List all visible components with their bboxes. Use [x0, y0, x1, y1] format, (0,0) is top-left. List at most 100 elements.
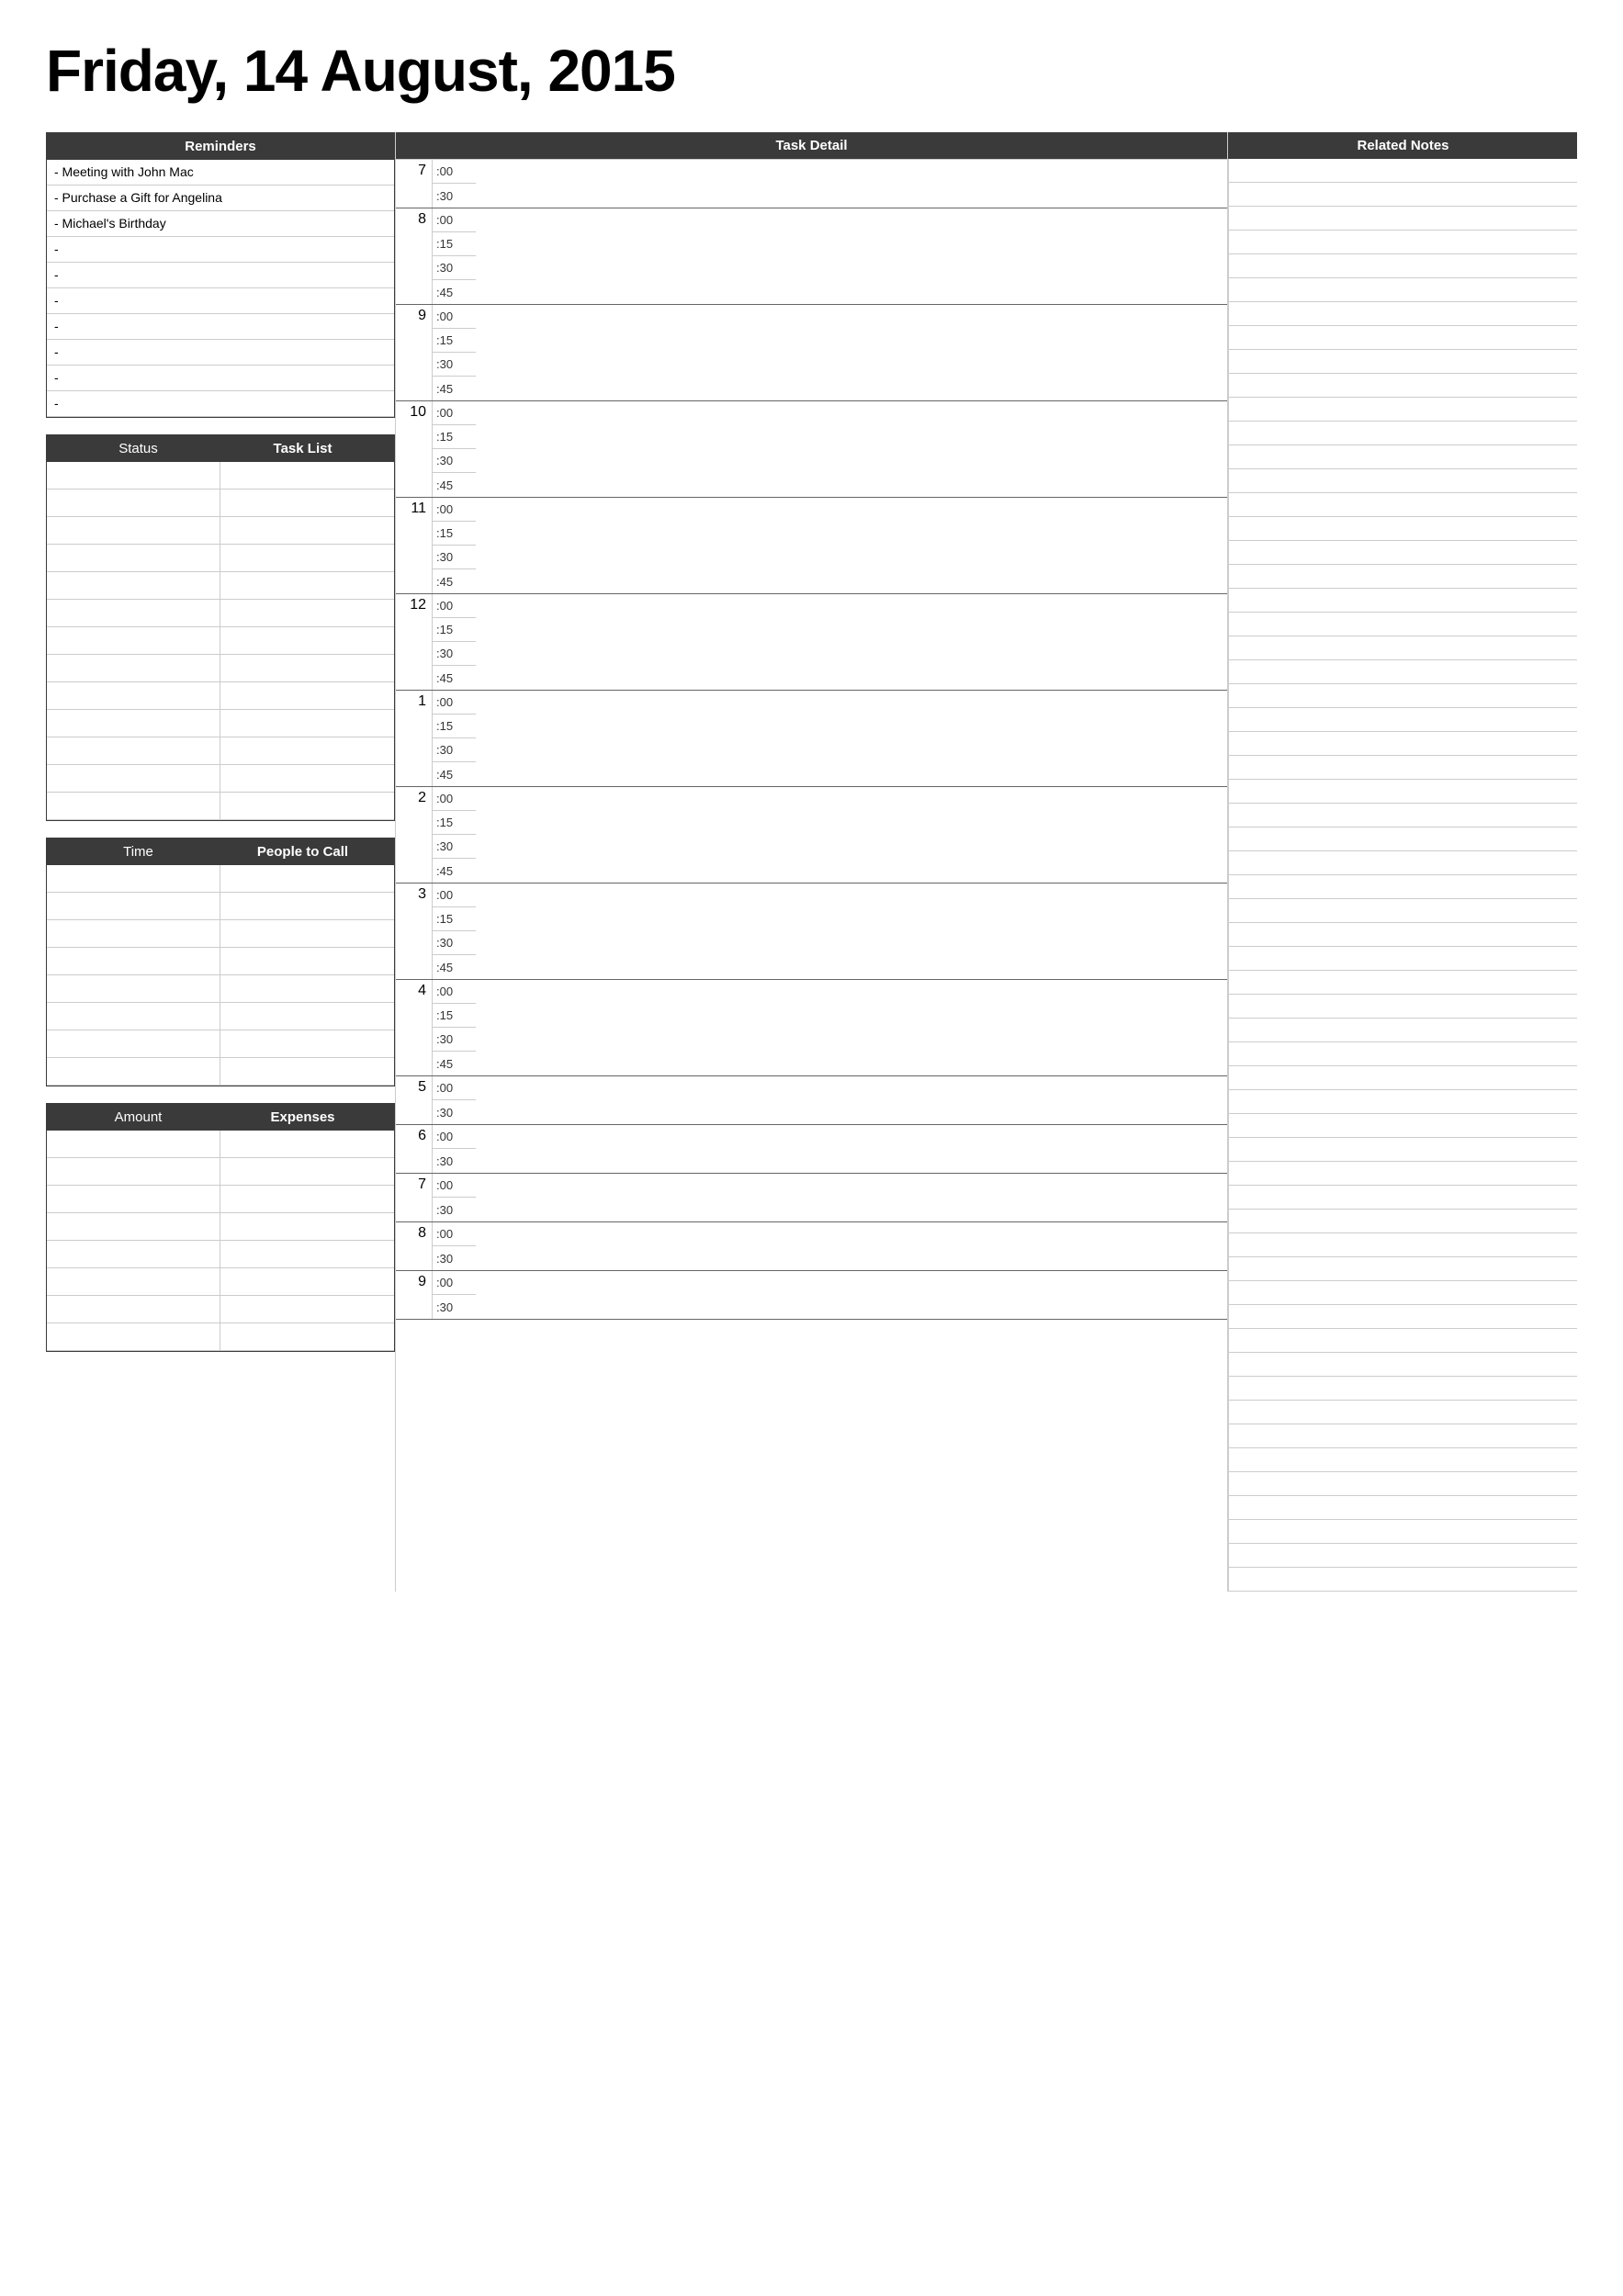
- expense-row[interactable]: [47, 1323, 394, 1351]
- note-row[interactable]: [1228, 780, 1577, 804]
- note-row[interactable]: [1228, 636, 1577, 660]
- note-row[interactable]: [1228, 445, 1577, 469]
- slot-row[interactable]: :15: [433, 522, 476, 546]
- call-person-cell[interactable]: [220, 975, 394, 1002]
- slot-row[interactable]: :30: [433, 184, 476, 208]
- slot-row[interactable]: :00: [433, 691, 476, 715]
- note-row[interactable]: [1228, 278, 1577, 302]
- note-row[interactable]: [1228, 1257, 1577, 1281]
- slot-row[interactable]: :30: [433, 1028, 476, 1052]
- call-person-cell[interactable]: [220, 1003, 394, 1030]
- expense-amount-cell[interactable]: [47, 1296, 220, 1322]
- slot-row[interactable]: :00: [433, 594, 476, 618]
- slot-row[interactable]: :45: [433, 666, 476, 690]
- note-row[interactable]: [1228, 1305, 1577, 1329]
- task-row[interactable]: [47, 655, 394, 682]
- task-row[interactable]: [47, 765, 394, 793]
- slot-row[interactable]: :45: [433, 762, 476, 786]
- note-row[interactable]: [1228, 995, 1577, 1019]
- slot-row[interactable]: :15: [433, 232, 476, 256]
- note-row[interactable]: [1228, 923, 1577, 947]
- slot-row[interactable]: :45: [433, 955, 476, 979]
- task-row[interactable]: [47, 572, 394, 600]
- note-row[interactable]: [1228, 1210, 1577, 1233]
- slot-row[interactable]: :30: [433, 1149, 476, 1173]
- call-row[interactable]: [47, 975, 394, 1003]
- call-time-cell[interactable]: [47, 975, 220, 1002]
- slot-row[interactable]: :00: [433, 1076, 476, 1100]
- note-row[interactable]: [1228, 804, 1577, 827]
- slot-row[interactable]: :30: [433, 1246, 476, 1270]
- note-row[interactable]: [1228, 1138, 1577, 1162]
- note-row[interactable]: [1228, 469, 1577, 493]
- task-status-cell[interactable]: [47, 545, 220, 571]
- task-row[interactable]: [47, 600, 394, 627]
- note-row[interactable]: [1228, 302, 1577, 326]
- call-person-cell[interactable]: [220, 893, 394, 919]
- call-time-cell[interactable]: [47, 1030, 220, 1057]
- task-row[interactable]: [47, 462, 394, 490]
- note-row[interactable]: [1228, 1401, 1577, 1424]
- slot-row[interactable]: :30: [433, 1198, 476, 1221]
- expense-amount-cell[interactable]: [47, 1241, 220, 1267]
- slot-row[interactable]: :00: [433, 1222, 476, 1246]
- task-status-cell[interactable]: [47, 462, 220, 489]
- slot-row[interactable]: :15: [433, 329, 476, 353]
- note-row[interactable]: [1228, 1042, 1577, 1066]
- slot-row[interactable]: :00: [433, 1271, 476, 1295]
- slot-row[interactable]: :30: [433, 546, 476, 569]
- slot-row[interactable]: :00: [433, 498, 476, 522]
- slot-row[interactable]: :30: [433, 835, 476, 859]
- expense-row[interactable]: [47, 1213, 394, 1241]
- note-row[interactable]: [1228, 1114, 1577, 1138]
- expense-amount-cell[interactable]: [47, 1131, 220, 1157]
- slot-row[interactable]: :00: [433, 787, 476, 811]
- task-desc-cell[interactable]: [220, 710, 394, 737]
- note-row[interactable]: [1228, 326, 1577, 350]
- note-row[interactable]: [1228, 1448, 1577, 1472]
- task-row[interactable]: [47, 793, 394, 820]
- note-row[interactable]: [1228, 875, 1577, 899]
- expense-row[interactable]: [47, 1186, 394, 1213]
- slot-row[interactable]: :30: [433, 256, 476, 280]
- note-row[interactable]: [1228, 589, 1577, 613]
- slot-row[interactable]: :45: [433, 569, 476, 593]
- expense-desc-cell[interactable]: [220, 1213, 394, 1240]
- note-row[interactable]: [1228, 660, 1577, 684]
- task-row[interactable]: [47, 627, 394, 655]
- note-row[interactable]: [1228, 899, 1577, 923]
- note-row[interactable]: [1228, 756, 1577, 780]
- note-row[interactable]: [1228, 947, 1577, 971]
- expense-amount-cell[interactable]: [47, 1323, 220, 1350]
- task-desc-cell[interactable]: [220, 462, 394, 489]
- call-time-cell[interactable]: [47, 893, 220, 919]
- call-row[interactable]: [47, 1030, 394, 1058]
- note-row[interactable]: [1228, 374, 1577, 398]
- slot-row[interactable]: :00: [433, 884, 476, 907]
- task-status-cell[interactable]: [47, 737, 220, 764]
- expense-desc-cell[interactable]: [220, 1241, 394, 1267]
- slot-row[interactable]: :30: [433, 353, 476, 377]
- note-row[interactable]: [1228, 1377, 1577, 1401]
- call-person-cell[interactable]: [220, 948, 394, 974]
- slot-row[interactable]: :00: [433, 1125, 476, 1149]
- slot-row[interactable]: :00: [433, 208, 476, 232]
- task-desc-cell[interactable]: [220, 545, 394, 571]
- slot-row[interactable]: :30: [433, 449, 476, 473]
- note-row[interactable]: [1228, 1520, 1577, 1544]
- slot-row[interactable]: :15: [433, 811, 476, 835]
- expense-amount-cell[interactable]: [47, 1158, 220, 1185]
- task-row[interactable]: [47, 710, 394, 737]
- note-row[interactable]: [1228, 231, 1577, 254]
- expense-amount-cell[interactable]: [47, 1268, 220, 1295]
- slot-row[interactable]: :15: [433, 425, 476, 449]
- expense-row[interactable]: [47, 1296, 394, 1323]
- task-desc-cell[interactable]: [220, 765, 394, 792]
- task-status-cell[interactable]: [47, 793, 220, 819]
- note-row[interactable]: [1228, 207, 1577, 231]
- note-row[interactable]: [1228, 1162, 1577, 1186]
- note-row[interactable]: [1228, 1066, 1577, 1090]
- slot-row[interactable]: :45: [433, 1052, 476, 1075]
- call-row[interactable]: [47, 1003, 394, 1030]
- task-row[interactable]: [47, 737, 394, 765]
